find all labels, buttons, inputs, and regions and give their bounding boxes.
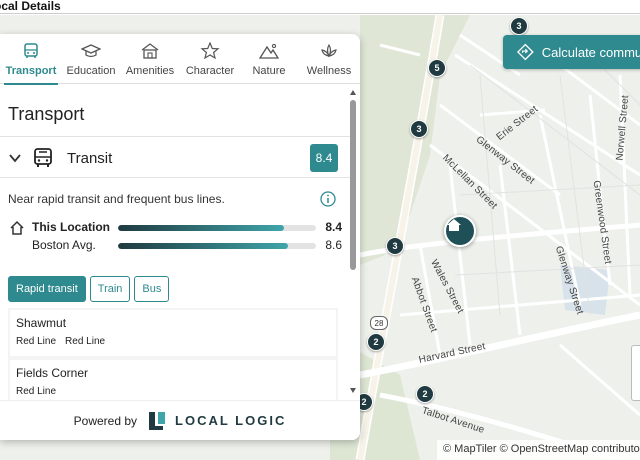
tab-character[interactable]: Character — [180, 34, 240, 84]
transit-stop-marker[interactable]: 2 — [367, 333, 385, 351]
line-tag: Red Line — [16, 336, 57, 347]
zoom-control[interactable] — [631, 345, 640, 401]
tab-label: Transport — [5, 65, 57, 77]
filter-rapid-transit[interactable]: Rapid transit — [8, 276, 86, 302]
calculate-commute-button[interactable]: Calculate commute — [503, 35, 640, 69]
filter-bus[interactable]: Bus — [134, 276, 170, 302]
transit-stop-marker[interactable]: 3 — [510, 17, 528, 35]
powered-by-label: Powered by — [73, 413, 138, 428]
tab-wellness[interactable]: Wellness — [298, 34, 360, 84]
local-details-panel: Transport Education Amenities Character — [0, 34, 360, 440]
tab-label: Wellness — [306, 65, 352, 77]
star-icon — [200, 42, 220, 60]
score-bar-fill — [118, 243, 289, 249]
local-logic-mark-icon — [149, 411, 166, 430]
chevron-down-icon[interactable] — [8, 151, 22, 165]
scroll-up-arrow[interactable] — [350, 90, 356, 95]
transit-filter-chips: Rapid transit Train Bus — [8, 276, 170, 302]
transit-stop-marker[interactable]: 2 — [416, 385, 434, 403]
stop-name: Fields Corner — [16, 366, 89, 380]
scroll-down-arrow[interactable] — [350, 388, 356, 393]
window-title: ocal Details — [0, 0, 61, 13]
stat-value: 8.6 — [325, 238, 342, 252]
list-item[interactable]: Shawmut Red Line Red Line — [10, 310, 336, 356]
line-tag: Red Line — [16, 386, 57, 397]
transit-accordion-header[interactable]: Transit 8.4 — [0, 136, 350, 178]
route-shield: 28 — [370, 316, 388, 330]
category-tabs: Transport Education Amenities Character — [0, 34, 360, 85]
brand-name: LOCAL LOGIC — [175, 413, 287, 428]
list-item[interactable]: Fields Corner Red Line — [10, 360, 336, 400]
stat-label: This Location — [32, 220, 110, 234]
window-titlebar: ocal Details — [0, 0, 640, 14]
tab-label: Character — [185, 65, 235, 77]
tab-transport[interactable]: Transport — [0, 34, 62, 85]
calculate-commute-label: Calculate commute — [541, 44, 640, 60]
map-attribution: © MapTiler © OpenStreetMap contributors — [437, 440, 640, 460]
transit-score-badge: 8.4 — [310, 144, 338, 172]
stat-this-location: This Location 8.4 — [32, 220, 342, 236]
transit-stop-marker[interactable]: 5 — [428, 59, 446, 77]
route-diamond-icon — [517, 43, 534, 61]
home-outline-icon — [10, 220, 24, 235]
stop-name: Shawmut — [16, 316, 67, 330]
tab-amenities[interactable]: Amenities — [120, 34, 180, 84]
transit-stop-marker[interactable]: 3 — [410, 120, 428, 138]
line-tag: Red Line — [65, 336, 106, 347]
panel-scrollbar[interactable] — [348, 88, 358, 396]
tab-label: Amenities — [125, 65, 175, 77]
score-bar — [118, 243, 316, 249]
transit-stop-marker[interactable]: 3 — [386, 237, 404, 255]
tab-nature[interactable]: Nature — [240, 34, 298, 84]
transit-stop-list[interactable]: Shawmut Red Line Red Line Fields Corner … — [8, 308, 338, 400]
home-location-marker[interactable] — [444, 215, 476, 247]
section-title: Transport — [8, 104, 85, 124]
bus-icon — [24, 43, 38, 58]
stat-label: Boston Avg. — [32, 238, 96, 252]
storefront-icon — [141, 43, 159, 59]
stat-value: 8.4 — [325, 220, 342, 234]
local-logic-logo[interactable]: LOCAL LOGIC — [147, 410, 286, 432]
score-bar-fill — [118, 225, 285, 231]
filter-train[interactable]: Train — [89, 276, 131, 302]
stat-boston-average: Boston Avg. 8.6 — [32, 238, 342, 254]
scroll-thumb[interactable] — [350, 100, 356, 270]
powered-by-footer: Powered by LOCAL LOGIC — [0, 400, 360, 440]
home-icon — [447, 219, 461, 231]
info-icon[interactable] — [320, 191, 336, 207]
mountain-icon — [259, 43, 279, 59]
graduation-cap-icon — [81, 44, 101, 58]
tab-education[interactable]: Education — [62, 34, 120, 84]
tab-label: Education — [66, 65, 116, 77]
transit-label: Transit — [67, 150, 113, 167]
tab-label: Nature — [252, 65, 286, 77]
lotus-icon — [321, 43, 337, 58]
transit-description: Near rapid transit and frequent bus line… — [8, 192, 225, 206]
score-bar — [118, 225, 316, 231]
bus-icon — [34, 148, 52, 167]
